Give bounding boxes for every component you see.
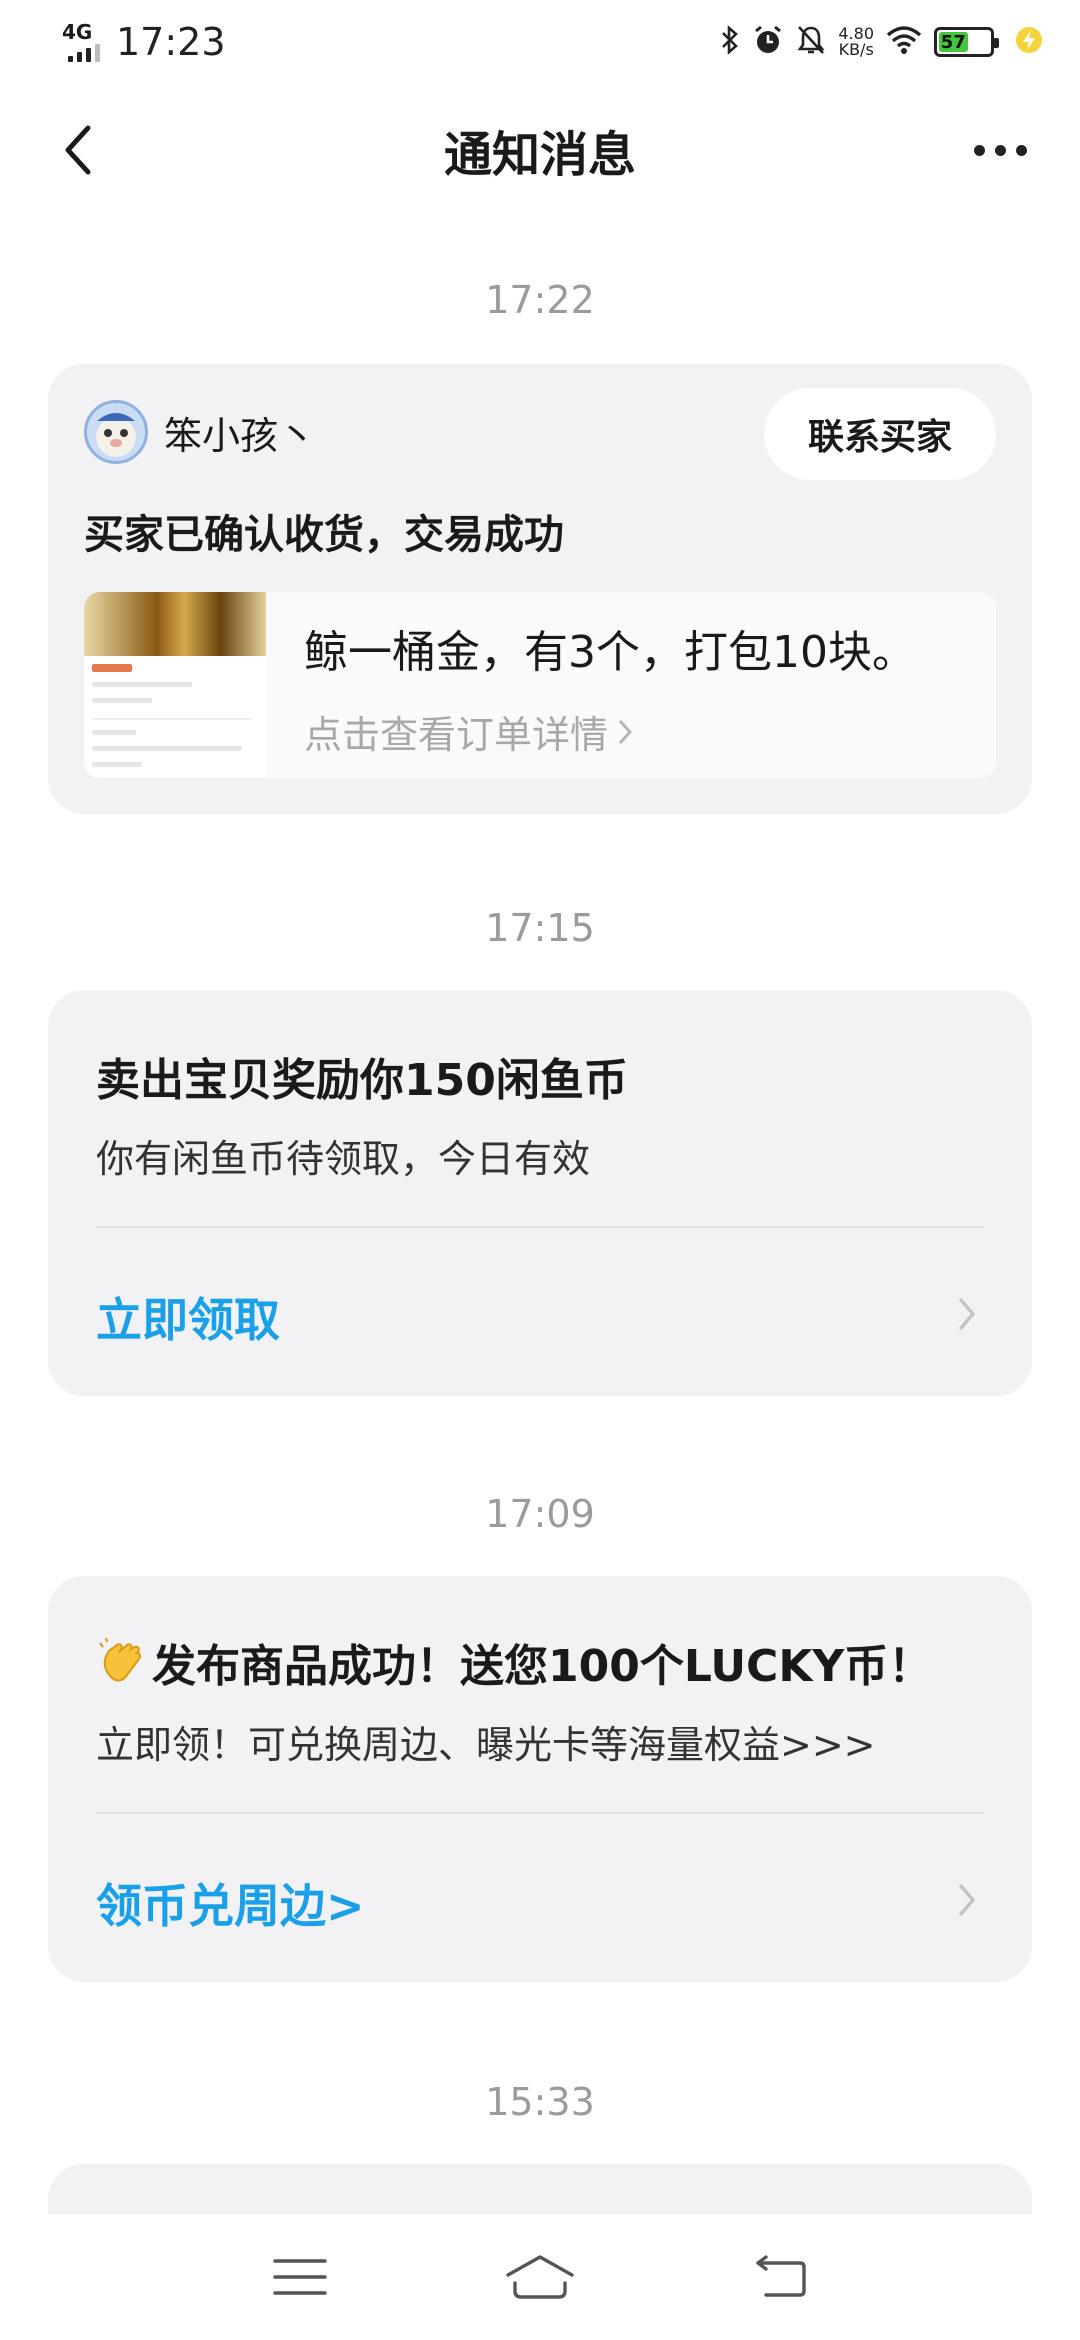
network-speed: 4.80 KB/s — [838, 26, 874, 58]
chevron-right-icon[interactable] — [952, 1880, 982, 1920]
status-bar: 4G 17:23 4.80 KB/s 57 — [0, 0, 1080, 84]
battery-level: 57 — [939, 31, 968, 53]
network-type: 4G — [62, 20, 93, 44]
contact-buyer-button[interactable]: 联系买家 — [764, 388, 996, 480]
battery-percent: 57 — [940, 31, 966, 53]
message-time: 17:15 — [485, 906, 595, 950]
view-order-label: 点击查看订单详情 — [304, 713, 609, 757]
system-nav-bar — [0, 2214, 1080, 2340]
publish-success-title: 发布商品成功！送您100个LUCKY币！ — [96, 1630, 932, 1694]
signal-group: 4G — [62, 22, 102, 62]
message-time: 17:22 — [485, 278, 595, 322]
claim-now-link[interactable]: 立即领取 — [96, 1284, 280, 1350]
chevron-left-icon — [65, 125, 91, 175]
alarm-icon — [752, 24, 784, 60]
speed-unit: KB/s — [838, 40, 874, 59]
home-button[interactable] — [495, 2242, 585, 2312]
more-dots-icon — [973, 144, 1027, 156]
home-icon — [506, 2255, 574, 2299]
page-title: 通知消息 — [443, 127, 636, 183]
back-nav-button[interactable] — [735, 2242, 825, 2312]
message-time: 15:33 — [485, 2080, 595, 2124]
trade-success-title: 买家已确认收货，交易成功 — [84, 512, 564, 558]
chevron-right-icon — [618, 719, 633, 744]
reward-title: 卖出宝贝奖励你150闲鱼币 — [96, 1055, 628, 1106]
chevron-right-icon[interactable] — [952, 1294, 982, 1334]
status-left: 4G 17:23 — [62, 20, 226, 64]
order-summary[interactable]: 鲸一桶金，有3个，打包10块。 点击查看订单详情 — [84, 592, 996, 778]
more-button[interactable] — [960, 120, 1040, 180]
divider — [96, 1226, 984, 1228]
buyer-header[interactable]: 笨小孩丶 — [84, 400, 316, 464]
bluetooth-icon — [720, 25, 740, 59]
charging-icon — [1014, 25, 1044, 59]
avatar[interactable] — [84, 400, 148, 464]
order-description: 鲸一桶金，有3个，打包10块。 — [304, 627, 916, 678]
back-button[interactable] — [48, 120, 108, 180]
back-icon — [756, 2255, 806, 2297]
redeem-merch-link[interactable]: 领币兑周边> — [96, 1870, 365, 1936]
divider — [96, 1812, 984, 1814]
battery-icon: 57 — [934, 27, 999, 57]
publish-subtitle: 立即领！可兑换周边、曝光卡等海量权益>>> — [96, 1723, 876, 1767]
nav-bar: 通知消息 — [0, 84, 1080, 216]
coin-reward-card[interactable]: 卖出宝贝奖励你150闲鱼币 你有闲鱼币待领取，今日有效 立即领取 — [48, 990, 1032, 1396]
reward-subtitle: 你有闲鱼币待领取，今日有效 — [96, 1137, 591, 1181]
product-thumbnail[interactable] — [84, 592, 266, 778]
signal-icon — [68, 40, 100, 62]
status-right: 4.80 KB/s 57 — [720, 24, 1044, 60]
message-time: 17:09 — [485, 1492, 595, 1536]
status-time: 17:23 — [116, 20, 226, 64]
clapping-hands-icon — [96, 1636, 148, 1688]
mute-icon — [796, 24, 826, 60]
menu-icon — [273, 2259, 327, 2295]
publish-success-text: 发布商品成功！送您100个LUCKY币！ — [152, 1641, 933, 1692]
buyer-name[interactable]: 笨小孩丶 — [164, 405, 316, 460]
view-order-link[interactable]: 点击查看订单详情 — [304, 704, 634, 759]
lucky-coin-card[interactable]: 发布商品成功！送您100个LUCKY币！ 立即领！可兑换周边、曝光卡等海量权益>… — [48, 1576, 1032, 1982]
wifi-icon — [886, 25, 922, 59]
trade-success-card[interactable]: 笨小孩丶 联系买家 买家已确认收货，交易成功 鲸一桶金，有3个，打包10块。 点… — [48, 364, 1032, 814]
menu-button[interactable] — [255, 2242, 345, 2312]
